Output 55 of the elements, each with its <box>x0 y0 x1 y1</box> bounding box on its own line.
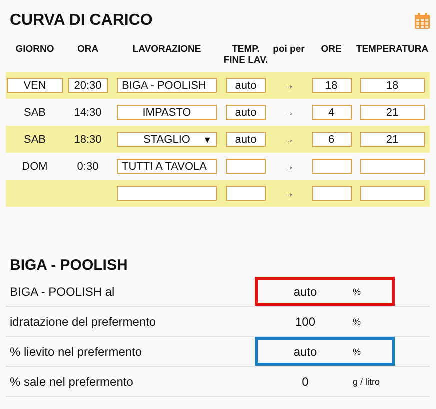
activity-field[interactable]: BIGA - POOLISH <box>117 78 217 93</box>
column-header: TEMPERATURA <box>355 44 430 57</box>
arrow-text: → <box>284 80 294 92</box>
end-temp-field[interactable]: auto <box>226 132 266 147</box>
end-temp-field[interactable] <box>226 159 266 174</box>
unit-text: % <box>353 346 362 356</box>
parameter-value[interactable]: auto <box>258 284 353 298</box>
hours-field[interactable] <box>312 159 352 174</box>
parameter-value[interactable]: 0 <box>258 374 353 388</box>
end-temp-field[interactable]: auto <box>226 105 266 120</box>
unit-text: % <box>353 316 362 326</box>
section-title: CURVA DI CARICO <box>10 12 153 30</box>
day-text: DOM <box>22 160 48 172</box>
arrow-text: → <box>284 134 294 146</box>
end-temp-field[interactable] <box>226 186 266 201</box>
activity-dropdown[interactable]: IMPASTO <box>117 105 217 120</box>
time-text: 14:30 <box>74 106 102 118</box>
end-temp-field[interactable]: auto <box>226 78 266 93</box>
arrow-text: → <box>284 188 294 200</box>
parameter-label: % sale nel prefermento <box>9 374 134 388</box>
temperature-field[interactable]: 21 <box>360 105 425 120</box>
activity-field[interactable] <box>117 186 217 201</box>
activity-field[interactable]: TUTTI A TAVOLA <box>117 159 217 174</box>
section-title: BIGA - POOLISH <box>9 257 129 276</box>
unit-text: g / litro <box>353 376 380 386</box>
temperature-field[interactable] <box>360 159 425 174</box>
temperature-field[interactable] <box>360 186 425 201</box>
arrow-text: → <box>284 106 294 118</box>
column-header: GIORNO <box>14 44 56 57</box>
hours-field[interactable]: 18 <box>312 78 352 93</box>
time-text: 18:30 <box>74 134 102 146</box>
arrow-text: → <box>284 160 294 172</box>
hours-field[interactable]: 6 <box>312 132 352 147</box>
activity-dropdown[interactable]: STAGLIO ▼ <box>117 132 217 147</box>
hours-field[interactable] <box>312 186 352 201</box>
column-header: poi per <box>272 44 306 57</box>
temperature-field[interactable]: 18 <box>360 78 425 93</box>
day-field[interactable]: VEN <box>7 78 63 93</box>
parameter-value[interactable]: auto <box>258 344 353 358</box>
column-header: ORE <box>320 44 343 57</box>
calendar-icon[interactable] <box>415 13 430 29</box>
time-text: 0:30 <box>77 160 99 172</box>
hours-field[interactable]: 4 <box>312 105 352 120</box>
temperature-field[interactable]: 21 <box>360 132 425 147</box>
parameter-label: % lievito nel prefermento <box>9 344 144 358</box>
column-header: LAVORAZIONE <box>132 44 202 57</box>
parameter-value[interactable]: 100 <box>258 314 353 328</box>
column-header: TEMP. FINE LAV. <box>222 44 270 68</box>
column-header: ORA <box>76 44 100 57</box>
time-field[interactable]: 20:30 <box>68 78 108 93</box>
parameter-label: idratazione del prefermento <box>9 314 158 328</box>
unit-text: % <box>353 286 362 296</box>
parameter-label: BIGA - POOLISH al <box>9 284 116 298</box>
day-text: SAB <box>24 134 46 146</box>
day-text: SAB <box>24 106 46 118</box>
